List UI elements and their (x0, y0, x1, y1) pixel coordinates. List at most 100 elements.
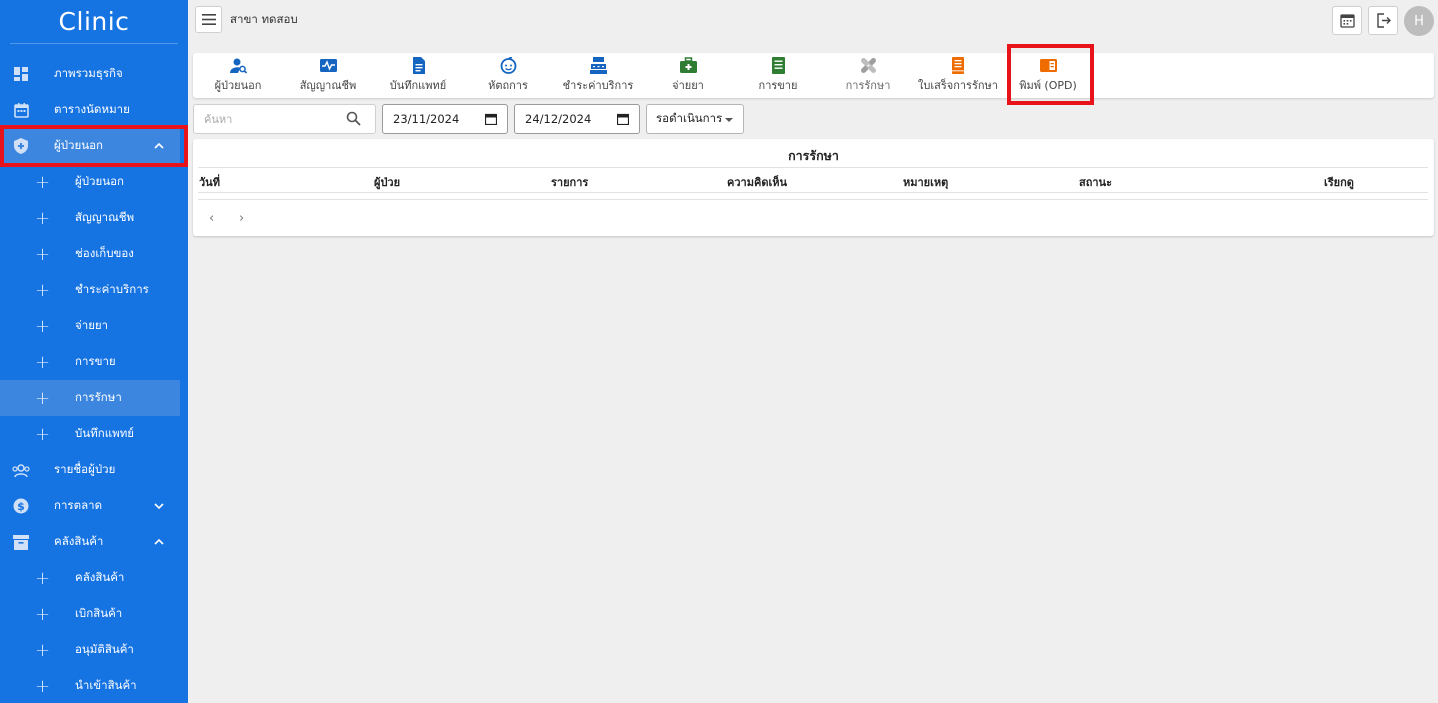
column-header-patient[interactable]: ผู้ป่วย (374, 173, 400, 191)
book-icon (1039, 59, 1057, 72)
tool-label: สัญญาณชีพ (299, 79, 357, 92)
tool-label: พิมพ์ (OPD) (1019, 79, 1077, 92)
plus-icon: + (35, 279, 51, 301)
calendar-icon[interactable] (485, 113, 497, 125)
subitem-label: จ่ายยา (75, 318, 109, 332)
sidebar-subitem-vitals[interactable]: + สัญญาณชีพ (0, 200, 180, 236)
subitem-label: อนุมัติสินค้า (75, 642, 134, 656)
user-search-icon (229, 58, 247, 74)
plus-icon: + (35, 315, 51, 337)
archive-icon (10, 531, 32, 553)
hamburger-icon (201, 14, 216, 25)
sidebar-item-patients[interactable]: รายชื่อผู้ป่วย (0, 452, 180, 488)
tool-treatment-receipt[interactable]: ใบเสร็จการรักษา (913, 53, 1003, 98)
action-toolbar: ผู้ป่วยนอก สัญญาณชีพ บันทึกแพทย์ หัตถการ… (193, 53, 1434, 98)
sidebar-item-appointments[interactable]: ตารางนัดหมาย (0, 92, 180, 128)
search-icon[interactable] (346, 111, 361, 126)
calendar-icon[interactable] (617, 113, 629, 125)
search-input[interactable] (194, 105, 334, 133)
tool-dispense[interactable]: จ่ายยา (643, 53, 733, 98)
sidebar-subitem-stock[interactable]: + คลังสินค้า (0, 560, 180, 596)
tool-doctor-notes[interactable]: บันทึกแพทย์ (373, 53, 463, 98)
plus-icon: + (35, 423, 51, 445)
tool-outpatient[interactable]: ผู้ป่วยนอก (193, 53, 283, 98)
tool-label: บันทึกแพทย์ (389, 79, 447, 92)
sidebar-subitem-import[interactable]: + นำเข้าสินค้า (0, 668, 180, 703)
logout-button[interactable] (1368, 6, 1398, 35)
tool-label: ชำระค่าบริการ (562, 79, 634, 92)
sidebar-item-label: การตลาด (54, 498, 103, 512)
plus-icon: + (35, 675, 51, 697)
dollar-icon: $ (10, 495, 32, 517)
sidebar-subitem-doctor-notes[interactable]: + บันทึกแพทย์ (0, 416, 180, 452)
dashboard-icon (10, 63, 32, 85)
search-box (193, 104, 376, 134)
sidebar-item-label: ภาพรวมธุรกิจ (54, 66, 123, 80)
plus-icon: + (35, 243, 51, 265)
pagination-next-button[interactable]: › (239, 211, 244, 226)
people-icon (10, 459, 32, 481)
tool-vitals[interactable]: สัญญาณชีพ (283, 53, 373, 98)
column-header-view[interactable]: เรียกดู (1324, 173, 1354, 191)
document-icon (412, 57, 425, 74)
sidebar-subitem-withdraw[interactable]: + เบิกสินค้า (0, 596, 180, 632)
column-header-date[interactable]: วันที่ (199, 173, 220, 191)
column-header-items[interactable]: รายการ (551, 173, 588, 191)
tool-label: การขาย (758, 79, 798, 92)
sidebar-item-outpatient[interactable]: ผู้ป่วยนอก (0, 128, 180, 164)
sidebar: Clinic ภาพรวมธุรกิจ ตารางนัดหมาย ผู้ป่วย… (0, 0, 188, 703)
date-from-value: 23/11/2024 (393, 112, 460, 126)
subitem-label: การขาย (75, 354, 116, 368)
column-header-comment[interactable]: ความคิดเห็น (727, 173, 787, 191)
sidebar-subitem-payment[interactable]: + ชำระค่าบริการ (0, 272, 180, 308)
plus-icon: + (35, 603, 51, 625)
tool-payment[interactable]: ชำระค่าบริการ (553, 53, 643, 98)
sidebar-item-label: ผู้ป่วยนอก (54, 138, 103, 152)
sidebar-item-marketing[interactable]: $ การตลาด (0, 488, 180, 524)
chevron-up-icon (154, 538, 164, 545)
divider (198, 199, 1428, 200)
plus-icon: + (35, 639, 51, 661)
subitem-label: คลังสินค้า (75, 570, 125, 584)
tool-print-opd[interactable]: พิมพ์ (OPD) (1003, 53, 1093, 98)
plus-icon: + (35, 567, 51, 589)
column-header-status[interactable]: สถานะ (1079, 173, 1112, 191)
branch-name: สาขา ทดสอบ (230, 12, 298, 26)
subitem-label: นำเข้าสินค้า (75, 678, 137, 692)
sidebar-subitem-storage[interactable]: + ช่องเก็บของ (0, 236, 180, 272)
receipt-icon (771, 57, 785, 74)
calendar-button[interactable] (1332, 6, 1362, 35)
subitem-label: การรักษา (75, 390, 122, 404)
sidebar-subitem-treatment[interactable]: + การรักษา (0, 380, 180, 416)
date-to-field[interactable]: 24/12/2024 (514, 104, 640, 134)
chevron-up-icon (154, 142, 164, 149)
heartbeat-icon (319, 59, 337, 72)
subitem-label: สัญญาณชีพ (75, 210, 135, 224)
column-header-note[interactable]: หมายเหตุ (903, 173, 948, 191)
sidebar-item-label: รายชื่อผู้ป่วย (54, 462, 116, 476)
medical-kit-icon (679, 57, 697, 73)
tool-procedure[interactable]: หัตถการ (463, 53, 553, 98)
shield-icon (10, 135, 32, 157)
sidebar-item-dashboard[interactable]: ภาพรวมธุรกิจ (0, 56, 180, 92)
sidebar-subitem-outpatient[interactable]: + ผู้ป่วยนอก (0, 164, 180, 200)
tool-label: หัตถการ (488, 79, 528, 92)
tool-treatment[interactable]: การรักษา (823, 53, 913, 98)
sidebar-item-inventory[interactable]: คลังสินค้า (0, 524, 180, 560)
bill-icon (951, 57, 964, 74)
date-from-field[interactable]: 23/11/2024 (382, 104, 508, 134)
tool-label: การรักษา (845, 79, 891, 92)
tool-sales[interactable]: การขาย (733, 53, 823, 98)
cash-register-icon (589, 57, 607, 74)
date-to-value: 24/12/2024 (525, 112, 592, 126)
sidebar-subitem-dispense[interactable]: + จ่ายยา (0, 308, 180, 344)
pagination-prev-button[interactable]: ‹ (209, 211, 214, 226)
tool-label: จ่ายยา (672, 79, 704, 92)
table-title: การรักษา (788, 148, 839, 163)
sidebar-subitem-approve[interactable]: + อนุมัติสินค้า (0, 632, 180, 668)
menu-toggle-button[interactable] (195, 6, 222, 33)
calendar-icon (1339, 14, 1355, 28)
sidebar-subitem-sales[interactable]: + การขาย (0, 344, 180, 380)
avatar[interactable]: H (1404, 6, 1434, 36)
status-select[interactable]: รอดำเนินการ (646, 104, 744, 134)
